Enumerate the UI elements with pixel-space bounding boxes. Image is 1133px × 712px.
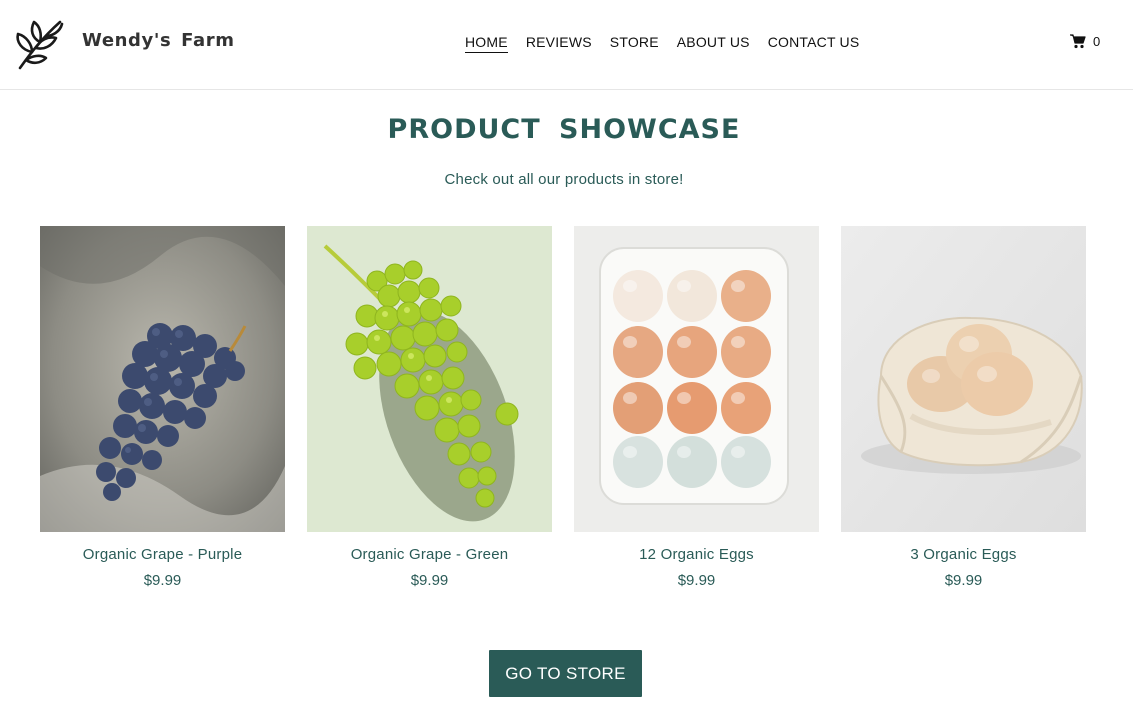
product-card[interactable]: Organic Grape - Green $9.99	[307, 226, 552, 589]
brand-name: Wendy's Farm	[82, 29, 235, 51]
product-price: $9.99	[410, 572, 449, 589]
nav-contact-us[interactable]: CONTACT US	[768, 34, 860, 53]
product-name[interactable]: Organic Grape - Purple	[40, 546, 285, 563]
eggs-in-bag-image[interactable]	[841, 226, 1086, 532]
egg-carton-image[interactable]	[574, 226, 819, 532]
shopping-cart-icon	[1070, 34, 1086, 49]
nav-reviews[interactable]: REVIEWS	[526, 34, 592, 53]
go-to-store-button[interactable]: GO TO STORE	[489, 650, 642, 697]
product-name[interactable]: Organic Grape - Green	[307, 546, 552, 563]
product-name[interactable]: 12 Organic Eggs	[574, 546, 819, 563]
nav-about-us[interactable]: ABOUT US	[677, 34, 750, 53]
product-price: $9.99	[143, 572, 182, 589]
green-grapes-image[interactable]	[307, 226, 552, 532]
main-nav: HOME REVIEWS STORE ABOUT US CONTACT US	[465, 34, 877, 53]
brand-logo-link[interactable]: Wendy's Farm	[12, 16, 235, 72]
leaf-branch-icon	[16, 20, 64, 70]
product-card[interactable]: 3 Organic Eggs $9.99	[841, 226, 1086, 589]
cart-count: 0	[1093, 34, 1101, 49]
page-subtitle: Check out all our products in store!	[444, 171, 684, 188]
product-price: $9.99	[944, 572, 983, 589]
product-card[interactable]: 12 Organic Eggs $9.99	[574, 226, 819, 589]
product-price: $9.99	[677, 572, 716, 589]
purple-grapes-image[interactable]	[40, 226, 285, 532]
site-header: Wendy's Farm HOME REVIEWS STORE ABOUT US…	[0, 0, 1133, 90]
nav-home[interactable]: HOME	[465, 34, 508, 53]
page-title: PRODUCT SHOWCASE	[387, 114, 741, 145]
product-name[interactable]: 3 Organic Eggs	[841, 546, 1086, 563]
cart-button[interactable]: 0	[1070, 34, 1100, 49]
nav-store[interactable]: STORE	[610, 34, 659, 53]
product-card[interactable]: Organic Grape - Purple $9.99	[40, 226, 285, 589]
